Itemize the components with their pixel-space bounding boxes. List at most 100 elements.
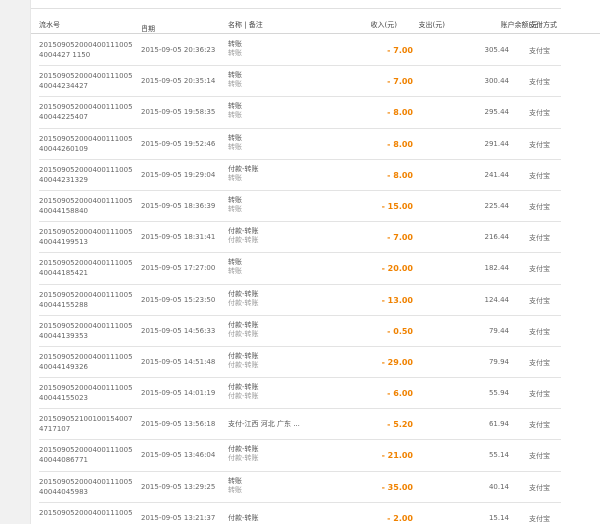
transaction-list: 2015090520004001110054004427 1150 2015-09… [31,35,561,524]
row-balance: 55.14 [488,451,509,460]
table-row[interactable]: 201509052000400111005 40044234427 2015-09… [39,66,561,98]
table-row[interactable]: 201509052000400111005 40044225407 2015-09… [39,97,561,129]
row-name-title: 转账 [228,258,242,267]
row-payment: 支付宝 [529,265,550,274]
row-date: 2015-09-05 13:29:25 [141,482,216,491]
row-expense: - 15.00 [381,201,413,211]
table-row[interactable]: 201509052000400111005 2015-09-05 13:21:37… [39,503,561,524]
row-name: 转账 转账 [228,477,242,495]
row-name-title: 转账 [228,40,242,48]
row-payment: 支付宝 [529,421,550,430]
row-expense: - 13.00 [381,295,413,305]
row-payment: 支付宝 [529,514,550,523]
row-id: 201509052000400111005 40044185421 [39,259,133,278]
row-id: 201509052000400111005 40044139353 [39,321,133,340]
row-name-note: 转账 [228,485,242,494]
table-row[interactable]: 201509052000400111005 40044199513 2015-09… [39,222,561,254]
row-date: 2015-09-05 14:56:33 [141,326,216,335]
table-row[interactable]: 201509052000400111005 40044155288 2015-09… [39,285,561,316]
table-row[interactable]: 201509052000400111005 40044158840 2015-09… [39,191,561,223]
row-expense: - 8.00 [387,170,413,180]
row-expense: - 7.00 [387,233,413,243]
row-name: 付款-转账 付款-转账 [228,227,259,245]
row-name: 支付-江西 河北 广东 ... [228,420,300,429]
table-row[interactable]: 201509052000400111005 40044045983 2015-09… [39,472,561,503]
row-expense: - 6.00 [387,389,413,399]
row-date: 2015-09-05 20:36:23 [141,46,216,54]
row-date: 2015-09-05 18:36:39 [141,201,216,210]
row-id: 201509052000400111005 40044199513 [39,228,133,247]
top-divider [31,8,561,9]
row-payment: 支付宝 [529,202,550,211]
row-name: 付款-转账 付款-转账 [228,290,259,308]
row-balance: 216.44 [484,233,510,242]
row-name-title: 付款-转账 [228,289,259,298]
row-date: 2015-09-05 14:01:19 [141,389,216,398]
row-name-note: 付款-转账 [228,360,259,369]
table-row[interactable]: 201509052000400111005 40044155023 2015-09… [39,378,561,410]
row-name-title: 支付-江西 河北 广东 ... [228,420,300,429]
transactions-panel: 流水号 日期 ⬍ 名称 | 备注 收入(元) 支出(元) 账户余额(元) 支付方式… [30,0,600,524]
row-name-note: 付款-转账 [228,236,259,245]
table-row[interactable]: 201509052100100154007 4717107 2015-09-05 … [39,409,561,441]
row-expense: - 29.00 [381,357,413,367]
row-name-note: 付款-转账 [228,454,259,463]
row-id: 201509052000400111005 40044045983 [39,477,133,496]
table-row[interactable]: 201509052000400111005 40044185421 2015-09… [39,253,561,285]
row-id: 201509052000400111005 40044155288 [39,290,133,309]
row-balance: 291.44 [484,139,510,148]
row-balance: 241.44 [484,170,510,179]
row-payment: 支付宝 [529,78,550,87]
row-date: 2015-09-05 18:31:41 [141,233,216,242]
row-balance: 225.44 [484,201,510,210]
row-name-note: 转账 [228,267,242,276]
row-id: 201509052000400111005 40044231329 [39,165,133,184]
row-date: 2015-09-05 20:35:14 [141,77,216,86]
row-payment: 支付宝 [529,109,550,118]
row-name-title: 付款-转账 [228,320,259,329]
row-id: 201509052000400111005 40044158840 [39,196,133,215]
table-row[interactable]: 201509052000400111005 40044139353 2015-09… [39,316,561,347]
row-name-title: 付款-转账 [228,383,259,392]
row-balance: 295.44 [484,108,510,117]
table-row[interactable]: 2015090520004001110054004427 1150 2015-09… [39,35,561,67]
row-payment: 支付宝 [529,47,550,55]
row-name-note: 转账 [228,204,242,213]
row-date: 2015-09-05 19:58:35 [141,108,216,117]
row-name: 转账 转账 [228,196,242,214]
row-payment: 支付宝 [529,140,550,149]
row-date: 2015-09-05 13:46:04 [141,451,216,460]
row-payment: 支付宝 [529,234,550,243]
sort-icon: ⬍ [142,24,148,31]
row-name-note: 转账 [228,142,242,151]
row-balance: 124.44 [484,295,510,304]
row-balance: 300.44 [484,77,510,86]
row-date: 2015-09-05 17:27:00 [141,264,216,273]
row-name: 付款-转账 [228,514,259,523]
header-name: 名称 | 备注 [228,21,263,29]
header-payment: 支付方式 [529,21,557,29]
row-name-title: 转账 [228,476,242,485]
row-name-title: 付款-转账 [228,227,259,236]
table-row[interactable]: 201509052000400111005 40044149326 2015-09… [39,347,561,379]
row-balance: 55.94 [488,389,509,398]
row-expense: - 7.00 [387,77,413,87]
row-payment: 支付宝 [529,390,550,399]
row-balance: 79.94 [488,357,509,366]
row-id: 2015090520004001110054004427 1150 [39,41,133,59]
row-date: 2015-09-05 13:21:37 [141,513,216,522]
table-row[interactable]: 201509052000400111005 40044260109 2015-09… [39,129,561,160]
row-id: 201509052000400111005 40044260109 [39,134,133,153]
row-name: 付款-转账 付款-转账 [228,352,259,370]
row-id: 201509052000400111005 40044225407 [39,103,133,122]
row-expense: - 8.00 [387,108,413,118]
row-balance: 40.14 [488,482,509,491]
table-row[interactable]: 201509052000400111005 40044231329 2015-09… [39,160,561,191]
row-name: 付款-转账 转账 [228,165,259,183]
table-row[interactable]: 201509052000400111005 40044086771 2015-09… [39,440,561,472]
row-date: 2015-09-05 14:51:48 [141,357,216,366]
row-name-title: 付款-转账 [228,351,259,360]
row-id: 201509052000400111005 40044086771 [39,446,133,465]
row-balance: 15.14 [488,513,509,522]
header-id: 流水号 [39,21,60,29]
